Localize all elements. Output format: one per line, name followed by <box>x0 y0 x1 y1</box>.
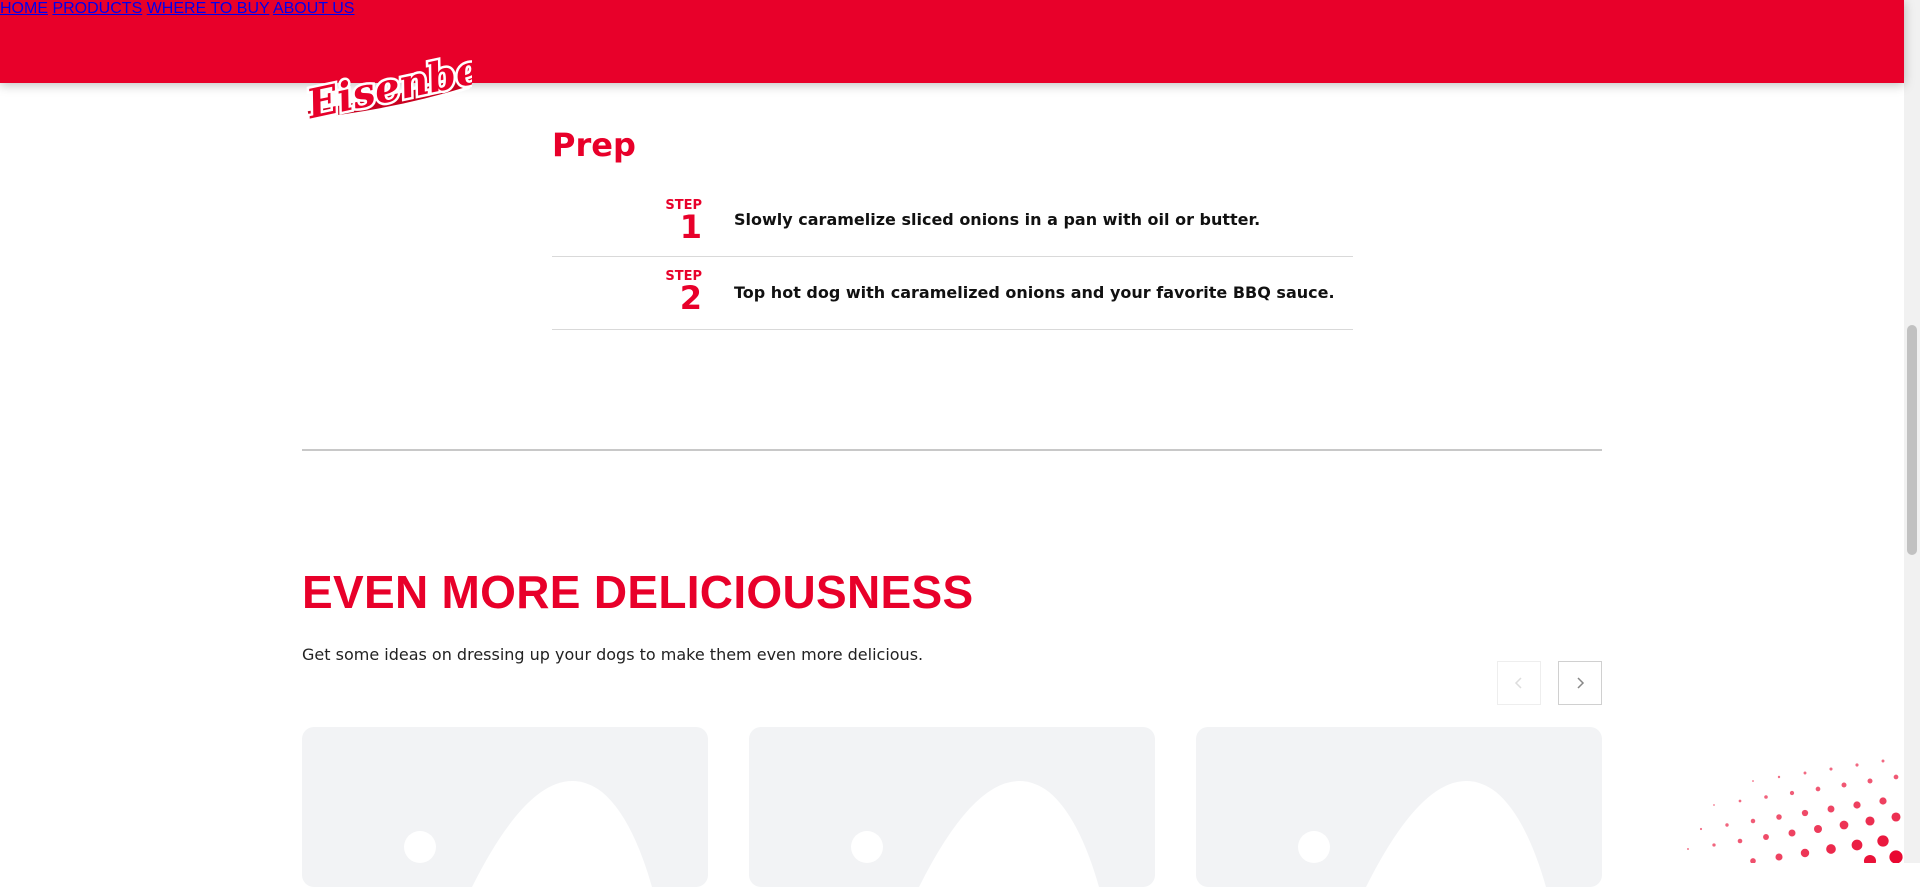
decorative-dot <box>1851 839 1863 851</box>
decorative-dot <box>1855 763 1859 767</box>
decorative-dot <box>1879 797 1887 805</box>
decorative-dot <box>1877 835 1889 847</box>
step-number: 1 <box>679 208 702 246</box>
step-text: Slowly caramelize sliced onions in a pan… <box>734 210 1261 229</box>
decorative-dot <box>1777 775 1781 779</box>
decorative-dot <box>1829 767 1833 771</box>
decorative-dot <box>1839 820 1849 830</box>
logo-badge: Eisenberg <box>299 33 535 131</box>
decorative-dot <box>1800 848 1810 858</box>
section-description: Get some ideas on dressing up your dogs … <box>302 645 924 664</box>
decorative-dot <box>1725 823 1729 827</box>
decorative-dot <box>1775 853 1783 861</box>
decorative-dot <box>1764 795 1768 799</box>
nav-about-us[interactable]: ABOUT US <box>273 0 355 17</box>
main-nav: HOME PRODUCTS WHERE TO BUY ABOUT US <box>0 0 1904 18</box>
recipe-card[interactable] <box>749 727 1155 887</box>
decorative-dot <box>1752 780 1754 782</box>
step-text: Top hot dog with caramelized onions and … <box>734 283 1335 302</box>
decorative-dot <box>1867 778 1873 784</box>
image-placeholder-icon <box>851 781 1099 887</box>
decorative-dot <box>1763 834 1769 840</box>
nav-products[interactable]: PRODUCTS <box>52 0 142 17</box>
scrollbar-thumb[interactable] <box>1907 325 1917 555</box>
decorative-dot <box>1776 814 1782 820</box>
decorative-dot <box>1853 801 1861 809</box>
nav-where-to-buy[interactable]: WHERE TO BUY <box>147 0 270 17</box>
decorative-dot <box>1893 774 1899 780</box>
decorative-dot <box>1788 829 1796 837</box>
decorative-dot <box>1803 771 1807 775</box>
section-divider <box>302 449 1602 451</box>
decorative-dot <box>1801 809 1809 817</box>
nav-home[interactable]: HOME <box>0 0 48 17</box>
brand-logo[interactable]: Eisenberg <box>299 33 535 131</box>
logo-text: Eisenberg <box>302 48 472 126</box>
decorative-dot <box>1687 848 1689 850</box>
decorative-dot <box>1750 858 1756 863</box>
site-header: HOME PRODUCTS WHERE TO BUY ABOUT US <box>0 0 1904 83</box>
step-number: 2 <box>679 279 702 317</box>
decorative-dot <box>1737 838 1743 844</box>
decorative-dot <box>1699 827 1703 831</box>
decorative-dot-pattern <box>1687 759 1903 863</box>
decorative-dot <box>1738 799 1742 803</box>
decorative-dot <box>1712 843 1716 847</box>
decorative-dot <box>1750 818 1756 824</box>
section-title: EVEN MORE DELICIOUSNESS <box>302 566 974 618</box>
step-row: STEP 1 Slowly caramelize sliced onions i… <box>552 186 1353 257</box>
decorative-dot <box>1863 854 1877 863</box>
decorative-dot <box>1841 782 1847 788</box>
decorative-dot <box>1814 825 1822 833</box>
decorative-dot <box>1827 805 1835 813</box>
decorative-dot <box>1889 850 1903 863</box>
decorative-dot <box>1826 844 1836 854</box>
decorative-dot <box>1789 790 1795 796</box>
recipe-card[interactable] <box>302 727 708 887</box>
step-row: STEP 2 Top hot dog with caramelized onio… <box>552 257 1353 330</box>
decorative-dot <box>1881 759 1885 763</box>
prep-title: Prep <box>552 126 636 164</box>
decorative-dot <box>1891 812 1901 822</box>
decorative-dot <box>1815 786 1821 792</box>
image-placeholder-icon <box>404 781 652 887</box>
decorative-dot <box>1865 816 1875 826</box>
decorative-dot <box>1713 804 1715 806</box>
